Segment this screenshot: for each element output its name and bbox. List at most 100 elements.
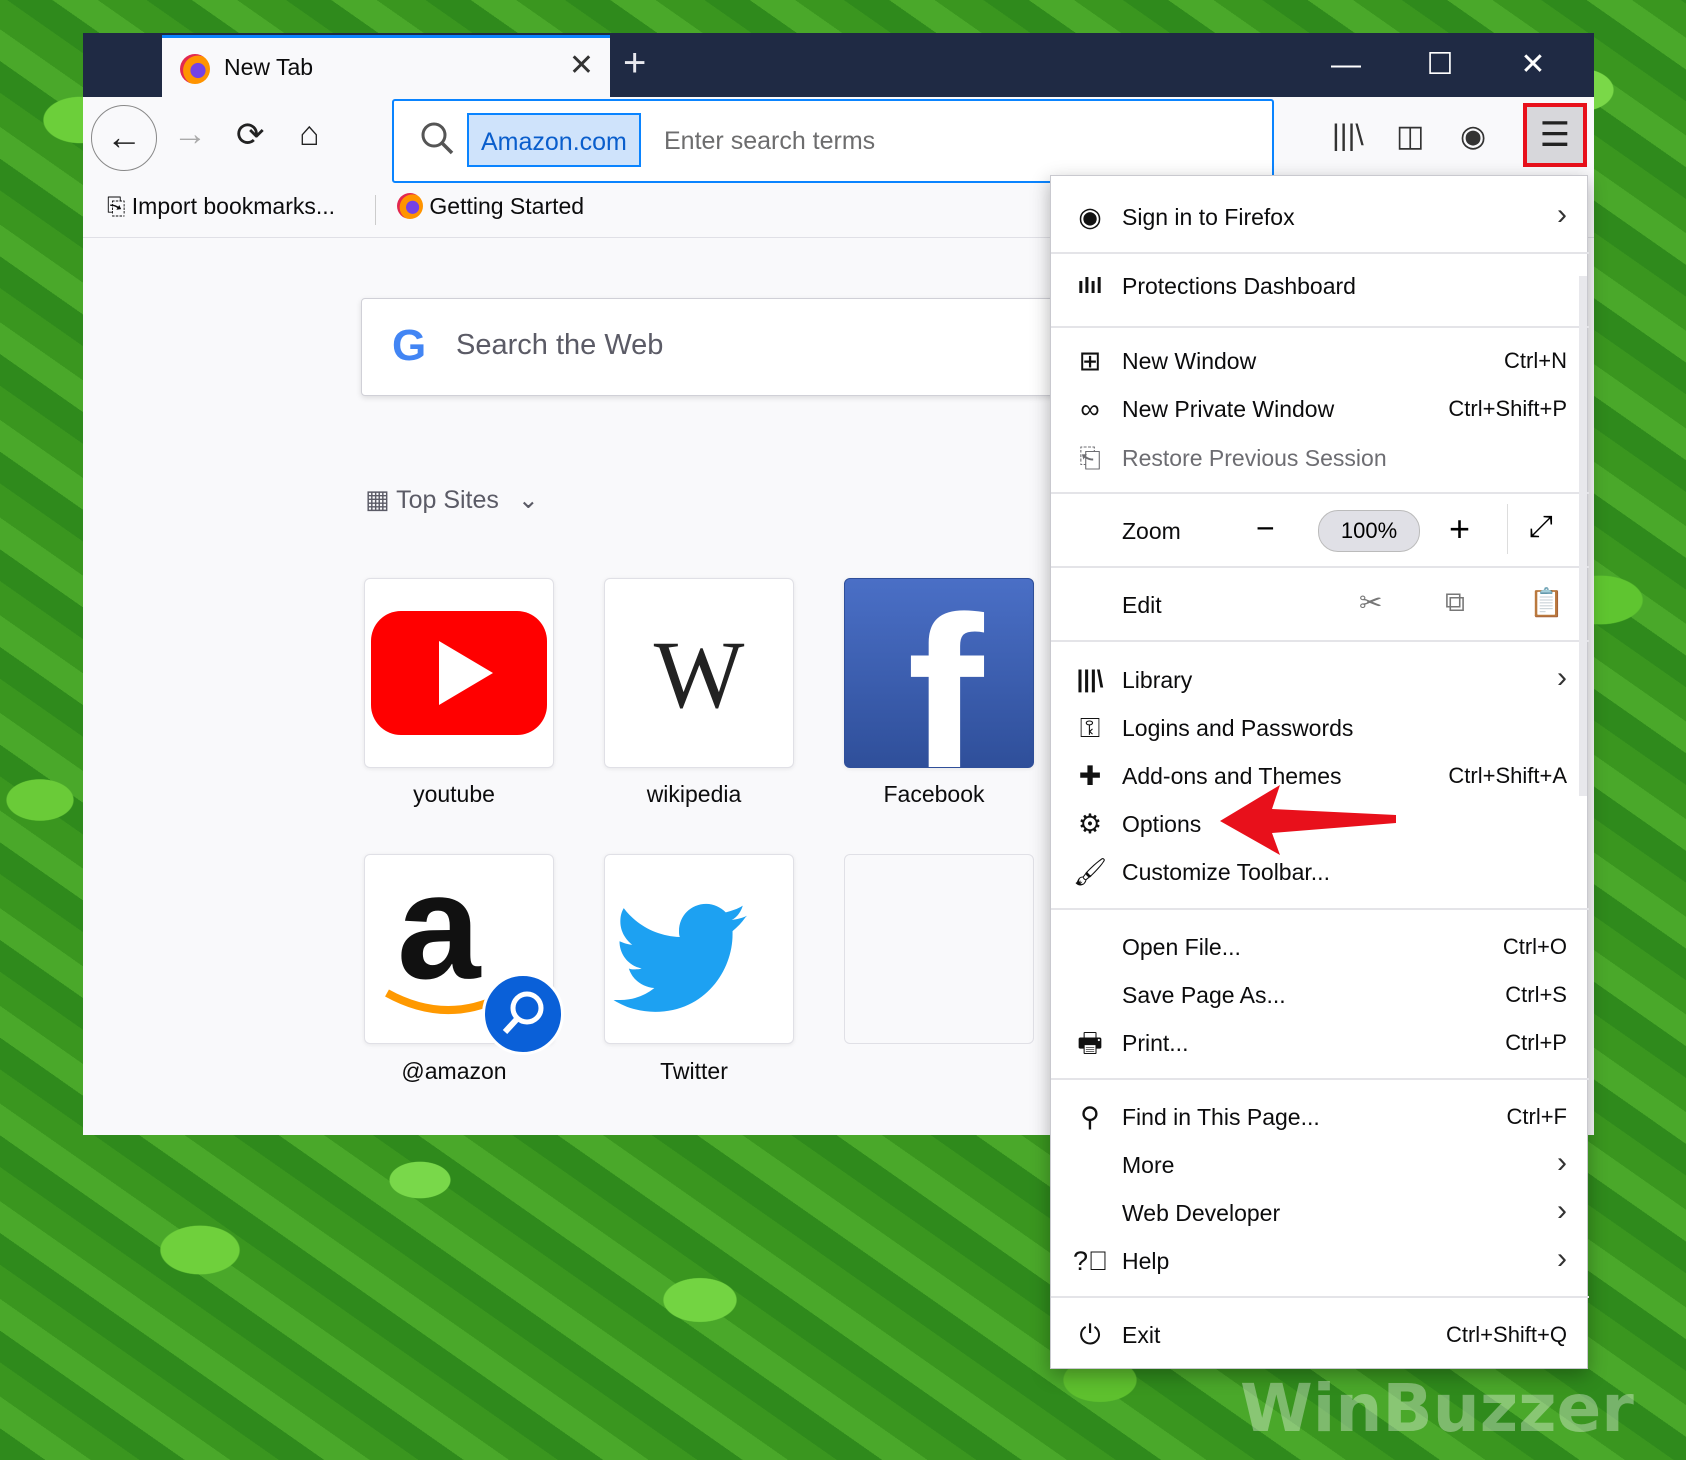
- chevron-right-icon: ›: [1557, 661, 1567, 694]
- menu-shortcut: Ctrl+O: [1502, 934, 1567, 959]
- bookmark-import[interactable]: ⎘ Import bookmarks...: [107, 193, 335, 220]
- tile-label: Twitter: [660, 1058, 728, 1084]
- menu-restore-session[interactable]: ⎗ Restore Previous Session: [1051, 437, 1589, 481]
- top-site-youtube[interactable]: [364, 578, 554, 768]
- top-site-empty[interactable]: [844, 854, 1034, 1044]
- bookmark-label: Getting Started: [429, 193, 585, 219]
- top-site-facebook[interactable]: f: [844, 578, 1034, 768]
- menu-new-private-window[interactable]: ∞ New Private Window Ctrl+Shift+P: [1051, 388, 1589, 432]
- bookmark-divider: [375, 195, 376, 225]
- chevron-right-icon: ›: [1557, 1194, 1567, 1227]
- tile-label: wikipedia: [646, 781, 742, 807]
- menu-shortcut: Ctrl+P: [1505, 1030, 1567, 1055]
- menu-new-window[interactable]: ⊞ New Window Ctrl+N: [1051, 340, 1589, 384]
- twitter-bird-icon: [613, 903, 747, 1012]
- menu-label: Help: [1122, 1248, 1170, 1274]
- menu-sign-in[interactable]: ◉ Sign in to Firefox ›: [1051, 196, 1589, 240]
- url-bar[interactable]: Amazon.com Enter search terms: [392, 99, 1274, 183]
- menu-separator: [1051, 640, 1589, 642]
- library-icon: |||\: [1076, 666, 1104, 693]
- wikipedia-logo-icon: W: [653, 621, 745, 728]
- fullscreen-icon[interactable]: ⤢: [1529, 510, 1553, 544]
- menu-shortcut: Ctrl+Shift+Q: [1445, 1322, 1567, 1347]
- search-shortcut-badge: [482, 973, 564, 1055]
- youtube-logo-icon: [371, 611, 547, 735]
- menu-shortcut: Ctrl+F: [1506, 1104, 1568, 1129]
- back-arrow-icon: ←: [106, 116, 142, 157]
- brush-icon: 🖌: [1073, 857, 1108, 887]
- menu-label: Exit: [1122, 1322, 1161, 1348]
- navigation-toolbar: ← → ⟳ ⌂ Amazon.com Enter search terms ||…: [83, 97, 1594, 183]
- paste-icon[interactable]: 📋: [1529, 586, 1564, 619]
- zoom-in-button[interactable]: +: [1449, 508, 1470, 550]
- menu-help[interactable]: ?⃝ Help ›: [1051, 1240, 1589, 1284]
- printer-icon: 🖶: [1077, 1028, 1103, 1058]
- restore-session-icon: ⎗: [1079, 443, 1101, 473]
- search-engine-chip[interactable]: Amazon.com: [467, 113, 641, 167]
- menu-logins[interactable]: ⚿ Logins and Passwords: [1051, 707, 1589, 751]
- top-sites-header[interactable]: ▦ Top Sites ⌄: [365, 484, 539, 515]
- back-button[interactable]: ←: [91, 105, 157, 171]
- maximize-button[interactable]: ☐: [1400, 41, 1480, 89]
- reload-button[interactable]: ⟳: [236, 115, 265, 155]
- menu-web-developer[interactable]: Web Developer ›: [1051, 1192, 1589, 1236]
- top-site-wikipedia[interactable]: W: [604, 578, 794, 768]
- menu-label: Options: [1122, 811, 1202, 837]
- dashboard-icon: ılıl: [1077, 273, 1103, 298]
- app-menu-panel: ◉ Sign in to Firefox › ılıl Protections …: [1050, 175, 1589, 1369]
- menu-more[interactable]: More ›: [1051, 1144, 1589, 1188]
- help-icon: ?⃝: [1073, 1246, 1109, 1276]
- menu-scrollbar[interactable]: [1579, 276, 1587, 796]
- menu-save-page[interactable]: Save Page As... Ctrl+S: [1051, 974, 1589, 1018]
- menu-protections[interactable]: ılıl Protections Dashboard: [1051, 265, 1589, 309]
- copy-icon[interactable]: ⧉: [1445, 586, 1465, 619]
- minimize-button[interactable]: —: [1306, 41, 1386, 89]
- url-placeholder: Enter search terms: [664, 127, 876, 155]
- menu-shortcut: Ctrl+N: [1504, 348, 1567, 373]
- menu-label: Web Developer: [1122, 1200, 1281, 1226]
- import-icon: ⎘: [107, 193, 126, 219]
- gear-icon: ⚙: [1077, 809, 1103, 839]
- menu-label: Logins and Passwords: [1122, 715, 1354, 741]
- menu-label: New Private Window: [1122, 396, 1335, 422]
- menu-print[interactable]: 🖶 Print... Ctrl+P: [1051, 1022, 1589, 1066]
- amazon-logo-icon: a: [397, 854, 481, 1010]
- menu-customize[interactable]: 🖌 Customize Toolbar...: [1051, 851, 1589, 895]
- menu-label: New Window: [1122, 348, 1257, 374]
- annotation-arrow-icon: [1220, 785, 1396, 855]
- zoom-reset-button[interactable]: 100%: [1318, 510, 1420, 552]
- tab-close-icon[interactable]: ✕: [569, 48, 594, 83]
- chevron-right-icon: ›: [1557, 1242, 1567, 1275]
- chevron-right-icon: ›: [1557, 1146, 1567, 1179]
- tab-new-tab[interactable]: New Tab ✕: [162, 35, 610, 97]
- forward-button[interactable]: →: [173, 115, 207, 154]
- hamburger-icon: ☰: [1539, 116, 1571, 154]
- menu-separator: [1051, 326, 1589, 328]
- web-search-box[interactable]: G Search the Web: [361, 298, 1163, 396]
- cut-icon[interactable]: ✂: [1359, 586, 1382, 619]
- bookmark-getting-started[interactable]: Getting Started: [397, 193, 584, 220]
- sidebar-icon[interactable]: ◫: [1396, 119, 1424, 154]
- menu-label: Save Page As...: [1122, 982, 1286, 1008]
- menu-label: Open File...: [1122, 934, 1241, 960]
- menu-separator: [1051, 908, 1589, 910]
- close-window-button[interactable]: ✕: [1493, 41, 1573, 89]
- menu-separator: [1051, 1078, 1589, 1080]
- menu-exit[interactable]: ⏻ Exit Ctrl+Shift+Q: [1051, 1314, 1589, 1358]
- menu-zoom-row: Zoom − 100% + ⤢: [1051, 504, 1589, 554]
- menu-library[interactable]: |||\ Library ›: [1051, 659, 1589, 703]
- puzzle-icon: ✚: [1078, 761, 1102, 791]
- open-menu-button[interactable]: ☰: [1523, 103, 1587, 167]
- account-icon[interactable]: ◉: [1460, 119, 1486, 154]
- menu-open-file[interactable]: Open File... Ctrl+O: [1051, 926, 1589, 970]
- library-icon[interactable]: |||\: [1332, 119, 1364, 153]
- menu-find[interactable]: ⚲ Find in This Page... Ctrl+F: [1051, 1096, 1589, 1140]
- new-tab-button[interactable]: +: [623, 41, 646, 86]
- bookmark-label: Import bookmarks...: [131, 193, 336, 219]
- tile-label: youtube: [413, 781, 495, 807]
- top-site-twitter[interactable]: [604, 854, 794, 1044]
- zoom-out-button[interactable]: −: [1256, 510, 1275, 547]
- home-button[interactable]: ⌂: [299, 115, 320, 154]
- menu-label: Restore Previous Session: [1122, 445, 1387, 471]
- search-icon: ⚲: [1080, 1102, 1100, 1132]
